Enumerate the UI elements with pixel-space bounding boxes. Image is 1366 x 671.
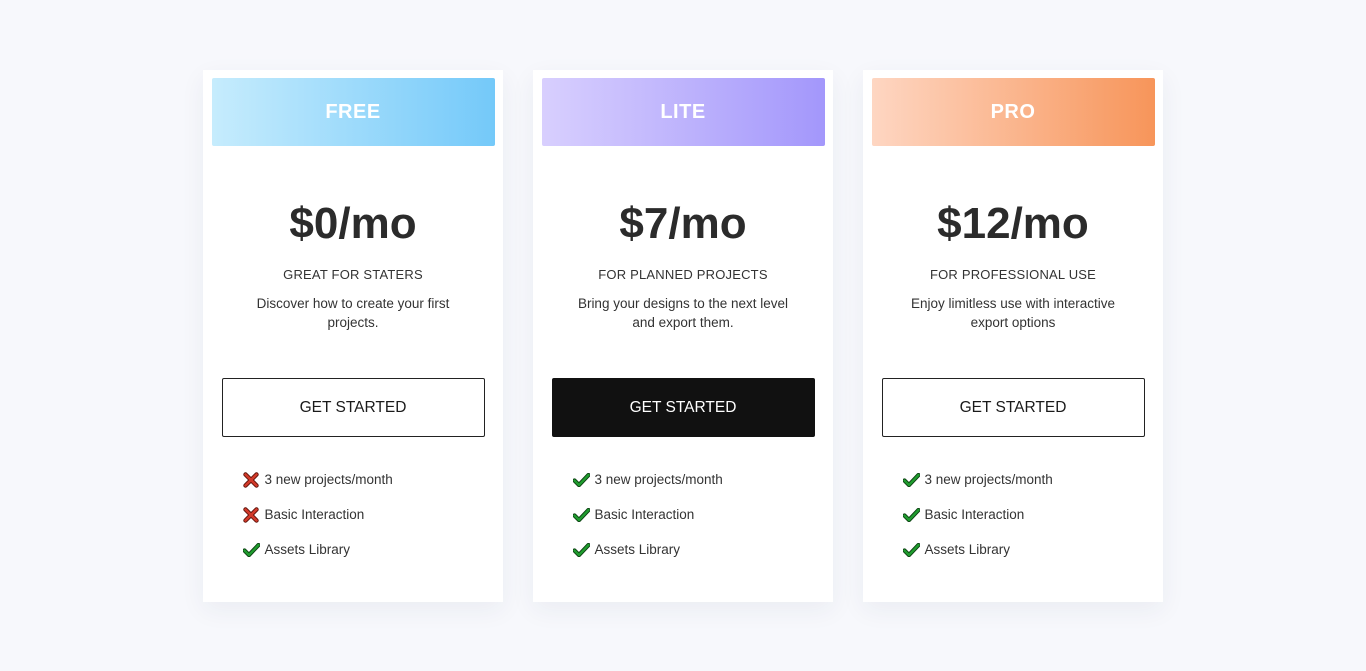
plan-header: LITE (541, 78, 825, 146)
feature-list: 3 new projects/month Basic Interaction A… (222, 462, 485, 567)
check-icon (242, 542, 265, 558)
pricing-table: FREE $0/mo GREAT FOR STATERS Discover ho… (203, 70, 1163, 602)
feature-item: Assets Library (902, 532, 1145, 567)
feature-item: Assets Library (242, 532, 485, 567)
plan-description: Discover how to create your first projec… (256, 296, 450, 330)
check-icon (902, 542, 925, 558)
feature-item: 3 new projects/month (902, 462, 1145, 497)
feature-item: Basic Interaction (242, 497, 485, 532)
feature-label: Assets Library (924, 542, 1011, 557)
plan-name: FREE (325, 100, 381, 123)
feature-list: 3 new projects/month Basic Interaction A… (882, 462, 1145, 567)
feature-item: 3 new projects/month (242, 462, 485, 497)
plan-price: $7/mo (619, 199, 747, 248)
plan-price: $12/mo (937, 199, 1089, 248)
feature-item: Basic Interaction (572, 497, 815, 532)
plan-card-free: FREE $0/mo GREAT FOR STATERS Discover ho… (203, 70, 503, 602)
plan-header: FREE (211, 78, 495, 146)
feature-list: 3 new projects/month Basic Interaction A… (552, 462, 815, 567)
get-started-button-lite[interactable]: GET STARTED (551, 378, 815, 437)
plan-card-lite: LITE $7/mo FOR PLANNED PROJECTS Bring yo… (533, 70, 833, 602)
plan-header: PRO (871, 78, 1155, 146)
plan-name: PRO (990, 100, 1036, 123)
feature-label: Assets Library (594, 542, 681, 557)
get-started-button-pro[interactable]: GET STARTED (881, 378, 1145, 437)
plan-tagline: FOR PLANNED PROJECTS (598, 267, 768, 282)
check-icon (572, 472, 595, 488)
plan-description: Bring your designs to the next level and… (577, 296, 789, 330)
cross-icon (242, 506, 265, 523)
plan-name: LITE (660, 100, 706, 123)
cross-icon (242, 471, 265, 488)
feature-label: 3 new projects/month (924, 472, 1053, 487)
feature-item: 3 new projects/month (572, 462, 815, 497)
feature-label: 3 new projects/month (594, 472, 723, 487)
feature-label: Basic Interaction (594, 507, 695, 522)
plan-tagline: FOR PROFESSIONAL USE (929, 267, 1097, 282)
plan-price: $0/mo (289, 199, 417, 248)
check-icon (902, 472, 925, 488)
plan-card-pro: PRO $12/mo FOR PROFESSIONAL USE Enjoy li… (863, 70, 1163, 602)
feature-label: Assets Library (264, 542, 351, 557)
feature-label: 3 new projects/month (264, 472, 393, 487)
feature-label: Basic Interaction (924, 507, 1025, 522)
plan-tagline: GREAT FOR STATERS (283, 267, 423, 282)
get-started-button-free[interactable]: GET STARTED (221, 378, 485, 437)
plan-description: Enjoy limitless use with interactive exp… (910, 296, 1116, 330)
feature-label: Basic Interaction (264, 507, 365, 522)
feature-item: Assets Library (572, 532, 815, 567)
check-icon (902, 507, 925, 523)
feature-item: Basic Interaction (902, 497, 1145, 532)
check-icon (572, 507, 595, 523)
check-icon (572, 542, 595, 558)
